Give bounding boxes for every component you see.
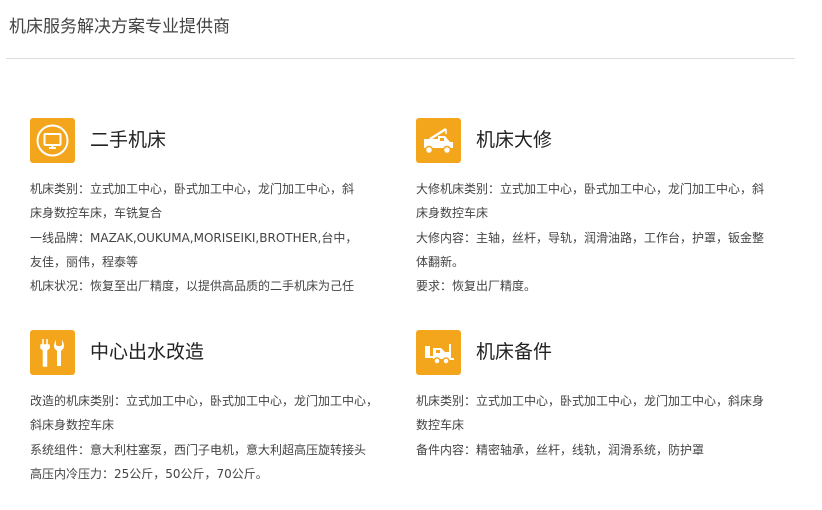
service-title[interactable]: 中心出水改造 [90, 340, 204, 364]
crane-truck-icon[interactable] [416, 118, 461, 163]
tools-icon[interactable] [30, 330, 75, 375]
service-title[interactable]: 二手机床 [90, 128, 166, 152]
description-line: 一线品牌：MAZAK,OUKUMA,MORISEIKI,BROTHER,台中， [30, 230, 358, 245]
description-line: 机床类别：立式加工中心，卧式加工中心，龙门加工中心，斜 [30, 182, 355, 196]
description-line: 大修机床类别：立式加工中心，卧式加工中心，龙门加工中心，斜 [416, 182, 765, 196]
description-line: 床身数控车床 [416, 206, 489, 221]
description-line: 高压内冷压力：25公斤，50公斤，70公斤。 [30, 466, 268, 481]
header-divider [6, 58, 795, 59]
forklift-icon[interactable] [416, 330, 461, 375]
service-description: 大修机床类别：立式加工中心，卧式加工中心，龙门加工中心，斜 床身数控车床 大修内… [416, 177, 786, 298]
description-line: 机床类别：立式加工中心，卧式加工中心，龙门加工中心，斜床身 [416, 394, 765, 408]
description-line: 体翻新。 [416, 254, 465, 269]
service-title[interactable]: 机床大修 [476, 128, 552, 152]
service-description: 机床类别：立式加工中心，卧式加工中心，龙门加工中心，斜床身 数控车床 备件内容：… [416, 389, 786, 462]
monitor-icon[interactable] [30, 118, 75, 163]
page-title: 机床服务解决方案专业提供商 [9, 17, 230, 37]
description-line: 床身数控车床，车铣复合 [30, 206, 163, 221]
description-line: 改造的机床类别：立式加工中心，卧式加工中心，龙门加工中心， [30, 394, 379, 408]
description-line: 备件内容：精密轴承，丝杆，线轨，润滑系统，防护罩 [416, 442, 705, 457]
description-line: 数控车床 [416, 418, 465, 433]
description-line: 系统组件：意大利柱塞泵，西门子电机，意大利超高压旋转接头 [30, 442, 367, 457]
service-description: 改造的机床类别：立式加工中心，卧式加工中心，龙门加工中心， 斜床身数控车床 系统… [30, 389, 400, 486]
description-line: 要求：恢复出厂精度。 [416, 279, 537, 294]
description-line: 斜床身数控车床 [30, 418, 115, 433]
description-line: 友佳，丽伟，程泰等 [30, 254, 139, 269]
description-line: 大修内容：主轴，丝杆，导轨，润滑油路，工作台，护罩，钣金整 [416, 230, 765, 245]
service-title[interactable]: 机床备件 [476, 340, 552, 364]
service-description: 机床类别：立式加工中心，卧式加工中心，龙门加工中心，斜 床身数控车床，车铣复合 … [30, 177, 400, 298]
description-line: 机床状况：恢复至出厂精度，以提供高品质的二手机床为己任 [30, 279, 355, 294]
